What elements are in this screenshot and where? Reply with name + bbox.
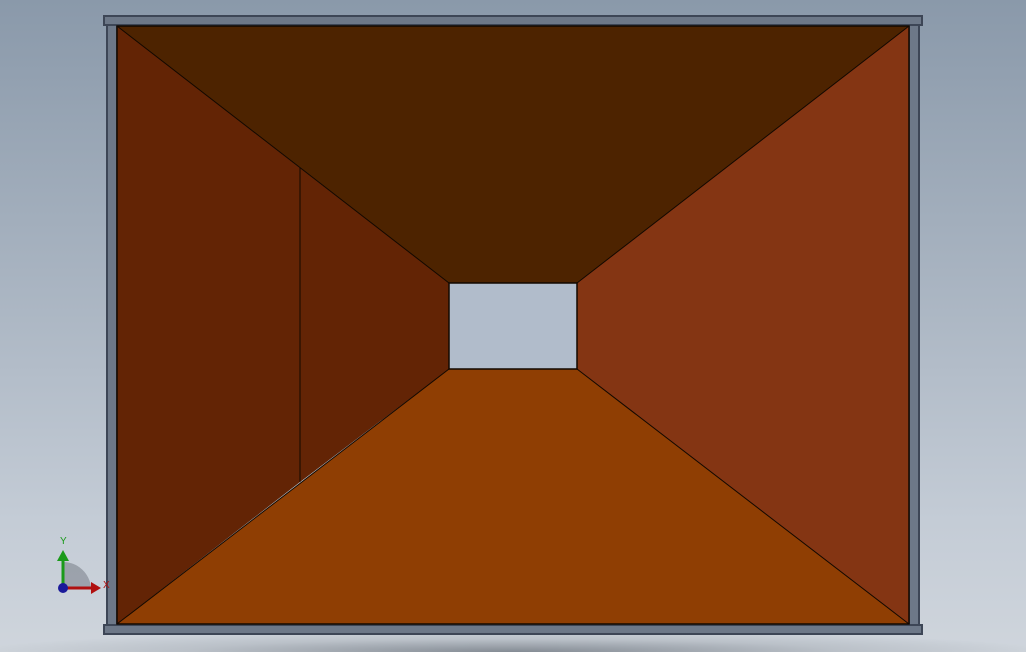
model-view[interactable]: Y X [0, 0, 1026, 652]
y-axis-arrow [57, 550, 69, 561]
frame-top-bar[interactable] [103, 15, 923, 26]
outlet-opening[interactable] [449, 283, 577, 369]
graphics-viewport[interactable]: Y X [0, 0, 1026, 652]
x-axis-arrow [91, 582, 101, 594]
reference-triad: Y X [57, 536, 110, 594]
frame-right-post[interactable] [908, 24, 920, 626]
origin-dot [58, 583, 68, 593]
frame-left-post[interactable] [106, 24, 118, 626]
floor-shadow [0, 632, 1026, 652]
triad-arc [63, 561, 91, 588]
y-axis-label: Y [60, 536, 67, 547]
x-axis-label: X [103, 580, 110, 591]
